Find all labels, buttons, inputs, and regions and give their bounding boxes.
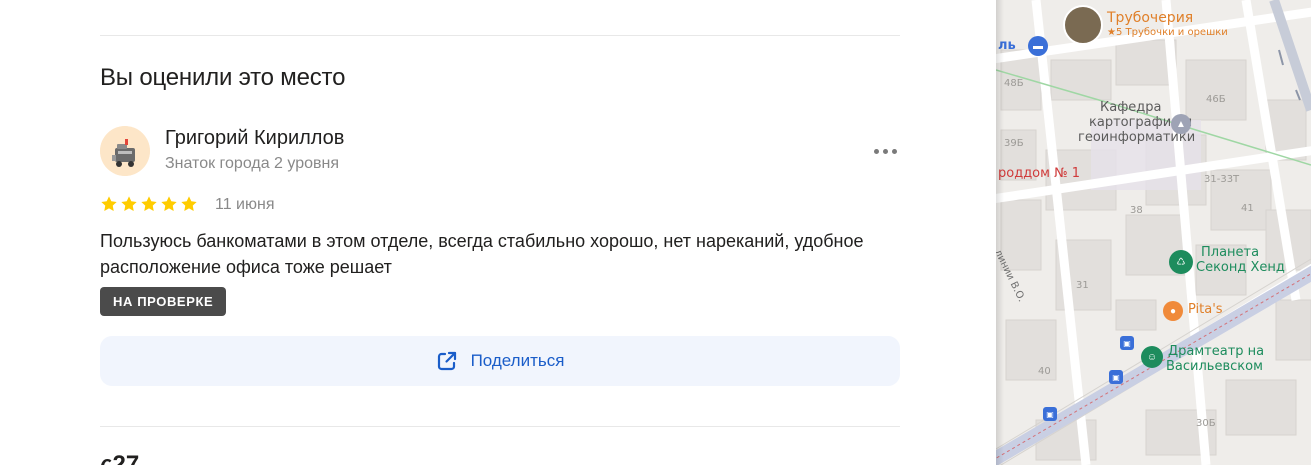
avatar-robot-icon <box>100 126 150 176</box>
star-icon <box>141 196 157 211</box>
review-text: Пользуюсь банкоматами в этом отделе, все… <box>100 231 864 277</box>
star-icon <box>101 196 117 211</box>
bus-stop-icon[interactable]: ▣ <box>1043 407 1057 421</box>
star-icon <box>161 196 177 211</box>
review-panel: Вы оценили это место Григорий Кириллов З… <box>0 0 996 465</box>
bus-stop-icon[interactable]: ▣ <box>1120 336 1134 350</box>
avatar[interactable] <box>100 126 150 176</box>
share-label: Поделиться <box>470 351 565 370</box>
poi-roddom[interactable]: роддом № 1 <box>998 166 1080 181</box>
status-badge: НА ПРОВЕРКЕ <box>100 287 227 316</box>
share-button[interactable]: Поделиться <box>100 336 900 386</box>
next-section-heading: ς27 <box>100 451 140 465</box>
poi-dramteatr-line1[interactable]: Драмтеатр на <box>1168 344 1264 359</box>
star-icon <box>121 196 137 211</box>
more-dot-icon <box>882 148 888 154</box>
poi-planeta-line1[interactable]: Планета <box>1201 245 1259 260</box>
theatre-icon[interactable]: ☺ <box>1141 346 1163 368</box>
food-icon[interactable]: ● <box>1163 301 1183 321</box>
divider <box>100 426 900 427</box>
trubocheria-photo-icon[interactable] <box>1063 5 1103 45</box>
poi-planeta-line2[interactable]: Секонд Хенд <box>1196 260 1285 275</box>
bus-stop-icon[interactable]: ▣ <box>1109 370 1123 384</box>
house-number: 46Б <box>1206 94 1226 105</box>
more-dot-icon <box>891 148 897 154</box>
poi-trubocheria[interactable]: Трубочерия <box>1107 10 1193 26</box>
poi-dramteatr-line2[interactable]: Васильевском <box>1166 359 1263 374</box>
divider <box>100 35 900 36</box>
share-icon <box>437 351 456 371</box>
house-number: 41 <box>1241 203 1254 214</box>
house-number: 30Б <box>1196 418 1216 429</box>
hotel-bed-icon[interactable]: ▬ <box>1028 36 1048 56</box>
poi-hotel[interactable]: ль <box>998 38 1016 53</box>
poi-trubocheria-sub: ★5 Трубочки и орешки <box>1107 27 1228 38</box>
author-name[interactable]: Григорий Кириллов <box>165 127 344 150</box>
house-number: 31-33Т <box>1204 174 1240 185</box>
shop-icon[interactable]: ♺ <box>1169 250 1193 274</box>
house-number: 39Б <box>1004 138 1024 149</box>
star-icon <box>181 196 197 211</box>
poi-kafedra-line1[interactable]: Кафедра <box>1100 100 1162 116</box>
more-dot-icon <box>873 148 879 154</box>
poi-pitas[interactable]: Pita's <box>1188 302 1223 317</box>
section-title: Вы оценили это место <box>100 64 346 91</box>
house-number: 38 <box>1130 205 1143 216</box>
author-level: Знаток города 2 уровня <box>165 155 340 172</box>
review-date: 11 июня <box>215 196 275 213</box>
rating-stars <box>100 195 198 213</box>
house-number: 48Б <box>1004 78 1024 89</box>
map[interactable]: Трубочерия ★5 Трубочки и орешки ль ▬ 48Б… <box>996 0 1311 465</box>
university-icon[interactable]: ▲ <box>1171 114 1191 134</box>
house-number: 31 <box>1076 280 1089 291</box>
house-number: 40 <box>1038 366 1051 377</box>
map-canvas <box>996 0 1311 465</box>
more-options-button[interactable] <box>868 140 902 162</box>
